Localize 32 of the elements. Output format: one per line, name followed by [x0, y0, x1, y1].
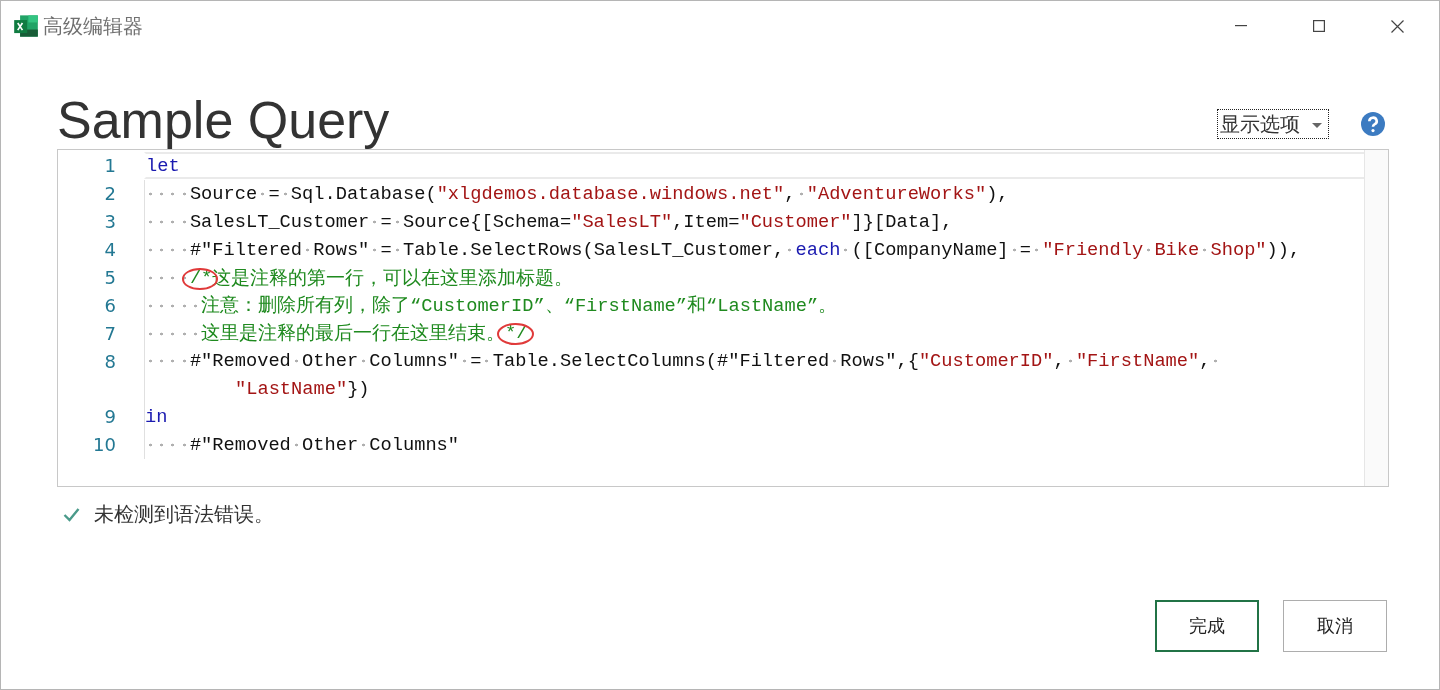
checkmark-icon [63, 507, 80, 522]
code-line: SalesLT_Customer = Source{[Schema="SalesLT",Item="Customer"]}[Data], [144, 207, 1364, 236]
line-number: 4 [103, 239, 117, 261]
line-number: 10 [92, 434, 117, 456]
code-line: 注意：删除所有列，除了“CustomerID”、“FirstName”和“LastName”。 [144, 291, 1364, 320]
window-title: 高级编辑器 [43, 12, 143, 40]
current-code-line: let [144, 152, 1364, 180]
line-number: 8 [103, 350, 117, 372]
line-number: 3 [103, 211, 117, 233]
code-line: #"Filtered Rows" = Table.SelectRows(SalesLT_Customer, each ([CompanyName] = "Friendly Bike Shop")), [144, 235, 1364, 264]
code-line: #"Removed Other Columns" [144, 430, 1364, 459]
options-dropdown[interactable]: 显示选项 [1217, 109, 1329, 139]
line-number: 6 [103, 294, 117, 316]
cancel-button[interactable]: 取消 [1283, 600, 1387, 652]
line-number: 1 [103, 155, 117, 177]
spreadsheet-app-icon [13, 13, 39, 39]
line-number: 7 [103, 322, 117, 344]
close-icon[interactable] [1391, 19, 1404, 33]
done-button[interactable]: 完成 [1155, 600, 1259, 652]
code-line: Source = Sql.Database("xlgdemos.database.windows.net", "AdventureWorks"), [144, 179, 1364, 208]
status-message: 未检测到语法错误。 [94, 501, 274, 528]
line-number: 2 [103, 183, 117, 205]
maximize-icon[interactable] [1313, 20, 1325, 32]
scrollbar[interactable] [1364, 150, 1388, 486]
query-title: Sample Query [57, 90, 390, 151]
code-line: #"Removed Other Columns" = Table.SelectColumns(#"Filtered Rows",{"CustomerID", "FirstName", [144, 347, 1364, 376]
line-number: 5 [103, 267, 117, 288]
help-icon[interactable] [1361, 112, 1385, 136]
line-number: 9 [103, 406, 117, 428]
code-editor[interactable] [57, 149, 1389, 487]
minimize-icon[interactable] [1235, 25, 1247, 27]
caret-icon[interactable] [1312, 122, 1322, 128]
